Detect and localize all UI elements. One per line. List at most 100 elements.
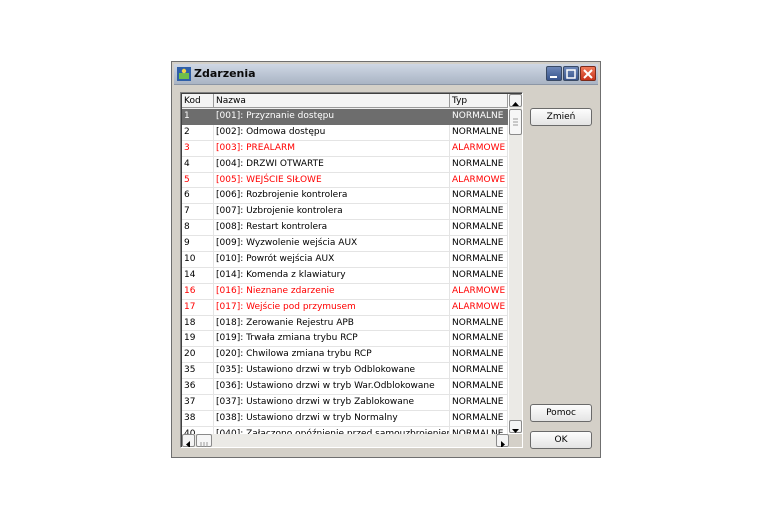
row-typ: ALARMOWE — [450, 172, 508, 189]
table-row[interactable]: 6 [006]: Rozbrojenie kontrolera NORMALNE — [182, 188, 508, 205]
row-typ: ALARMOWE — [450, 299, 508, 316]
close-icon — [583, 69, 593, 79]
row-typ: NORMALNE — [450, 252, 508, 268]
row-typ: NORMALNE — [450, 331, 508, 348]
row-kod: 17 — [182, 299, 214, 316]
row-typ: ALARMOWE — [450, 140, 508, 157]
row-kod: 4 — [182, 156, 214, 173]
grip-icon — [513, 118, 518, 126]
table-row[interactable]: 9 [009]: Wyzwolenie wejścia AUX NORMALNE — [182, 236, 508, 253]
table-row[interactable]: 20 [020]: Chwilowa zmiana trybu RCP NORMAL… — [182, 347, 508, 364]
row-typ: NORMALNE — [450, 410, 508, 427]
app-icon — [177, 67, 191, 81]
row-kod: 1 — [184, 111, 190, 121]
window-title: Zdarzenia — [194, 67, 256, 80]
row-nazwa: [006]: Rozbrojenie kontrolera — [214, 188, 450, 205]
table-row[interactable]: 1 [001]: Przyznanie dostępu NORMALNE — [182, 109, 508, 125]
table-row[interactable]: 36 [036]: Ustawiono drzwi w tryb War.Odbl… — [182, 379, 508, 396]
close-button[interactable] — [580, 66, 596, 81]
table-row[interactable]: 38 [038]: Ustawiono drzwi w tryb Normalny… — [182, 410, 508, 427]
row-nazwa: [003]: PREALARM — [214, 140, 450, 157]
maximize-button[interactable] — [563, 66, 579, 81]
ok-button[interactable]: OK — [530, 431, 592, 449]
row-typ: NORMALNE — [450, 236, 508, 253]
row-kod: 2 — [182, 124, 214, 141]
column-header-kod[interactable]: Kod — [182, 94, 214, 108]
row-nazwa: [008]: Restart kontrolera — [214, 220, 450, 237]
horizontal-scroll-thumb[interactable] — [196, 434, 212, 447]
vertical-scroll-thumb[interactable] — [509, 109, 522, 135]
table-row[interactable]: 19 [019]: Trwała zmiana trybu RCP NORMALNE — [182, 331, 508, 348]
scroll-left-button[interactable] — [182, 434, 195, 447]
vertical-scrollbar[interactable] — [509, 94, 522, 433]
zdarzenia-window: Zdarzenia Kod Nazwa Typ 1 [001]: Przyznan… — [171, 61, 601, 458]
horizontal-scrollbar[interactable] — [182, 434, 509, 447]
row-nazwa: [005]: WEJŚCIE SIŁOWE — [214, 172, 450, 189]
grip-icon — [200, 442, 208, 447]
row-kod: 37 — [182, 395, 214, 411]
scroll-right-button[interactable] — [496, 434, 509, 447]
row-nazwa: [035]: Ustawiono drzwi w tryb Odblokowan… — [214, 363, 450, 380]
column-header-typ[interactable]: Typ — [450, 94, 508, 108]
maximize-icon — [566, 69, 576, 79]
events-list[interactable]: Kod Nazwa Typ 1 [001]: Przyznanie dostępu… — [180, 92, 523, 448]
list-header: Kod Nazwa Typ — [182, 94, 508, 109]
row-typ: NORMALNE — [450, 267, 508, 284]
table-row[interactable]: 7 [007]: Uzbrojenie kontrolera NORMALNE — [182, 204, 508, 221]
table-row[interactable]: 4 [004]: DRZWI OTWARTE NORMALNE — [182, 156, 508, 173]
row-typ: NORMALNE — [450, 347, 508, 364]
table-row[interactable]: 14 [014]: Komenda z klawiatury NORMALNE — [182, 267, 508, 284]
row-nazwa: [019]: Trwała zmiana trybu RCP — [214, 331, 450, 348]
pomoc-button[interactable]: Pomoc — [530, 404, 592, 422]
scroll-up-button[interactable] — [509, 94, 522, 107]
table-row[interactable]: 3 [003]: PREALARM ALARMOWE — [182, 140, 508, 157]
row-typ: NORMALNE — [450, 124, 508, 141]
table-row[interactable]: 5 [005]: WEJŚCIE SIŁOWE ALARMOWE — [182, 172, 508, 189]
table-row[interactable]: 16 [016]: Nieznane zdarzenie ALARMOWE — [182, 283, 508, 300]
row-nazwa: [004]: DRZWI OTWARTE — [214, 156, 450, 173]
table-row[interactable]: 8 [008]: Restart kontrolera NORMALNE — [182, 220, 508, 237]
row-nazwa: [020]: Chwilowa zmiana trybu RCP — [214, 347, 450, 364]
list-rows: 1 [001]: Przyznanie dostępu NORMALNE 2 [002]… — [182, 109, 508, 443]
row-typ: NORMALNE — [450, 204, 508, 221]
minimize-button[interactable] — [546, 66, 562, 81]
row-nazwa: [010]: Powrót wejścia AUX — [214, 252, 450, 268]
row-nazwa: [018]: Zerowanie Rejestru APB — [214, 315, 450, 332]
table-row[interactable]: 37 [037]: Ustawiono drzwi w tryb Zablokow… — [182, 395, 508, 411]
table-row[interactable]: 17 [017]: Wejście pod przymusem ALARMOWE — [182, 299, 508, 316]
row-typ: NORMALNE — [450, 315, 508, 332]
row-kod: 7 — [182, 204, 214, 221]
row-kod: 3 — [182, 140, 214, 157]
row-kod: 16 — [182, 283, 214, 300]
row-nazwa: [001]: Przyznanie dostępu — [216, 111, 335, 121]
row-nazwa: [014]: Komenda z klawiatury — [214, 267, 450, 284]
arrow-left-icon — [186, 441, 190, 447]
row-nazwa: [002]: Odmowa dostępu — [214, 124, 450, 141]
arrow-right-icon — [501, 441, 505, 447]
row-kod: 10 — [182, 252, 214, 268]
zmien-button[interactable]: Zmień — [530, 108, 592, 126]
row-typ: NORMALNE — [450, 379, 508, 396]
row-nazwa: [016]: Nieznane zdarzenie — [214, 283, 450, 300]
row-kod: 9 — [182, 236, 214, 253]
table-row[interactable]: 10 [010]: Powrót wejścia AUX NORMALNE — [182, 252, 508, 268]
row-kod: 20 — [182, 347, 214, 364]
row-kod: 35 — [182, 363, 214, 380]
row-kod: 18 — [182, 315, 214, 332]
column-header-nazwa[interactable]: Nazwa — [214, 94, 450, 108]
row-typ: NORMALNE — [452, 111, 504, 121]
scrollbar-corner — [509, 434, 522, 447]
row-typ: NORMALNE — [450, 188, 508, 205]
row-kod: 14 — [182, 267, 214, 284]
table-row[interactable]: 35 [035]: Ustawiono drzwi w tryb Odblokow… — [182, 363, 508, 380]
row-typ: NORMALNE — [450, 363, 508, 380]
table-row[interactable]: 18 [018]: Zerowanie Rejestru APB NORMALNE — [182, 315, 508, 332]
row-nazwa: [036]: Ustawiono drzwi w tryb War.Odblok… — [214, 379, 450, 396]
row-nazwa: [038]: Ustawiono drzwi w tryb Normalny — [214, 410, 450, 427]
row-nazwa: [037]: Ustawiono drzwi w tryb Zablokowan… — [214, 395, 450, 411]
table-row[interactable]: 2 [002]: Odmowa dostępu NORMALNE — [182, 124, 508, 141]
scroll-down-button[interactable] — [509, 420, 522, 433]
row-typ: NORMALNE — [450, 156, 508, 173]
title-bar[interactable]: Zdarzenia — [174, 64, 598, 85]
row-kod: 19 — [182, 331, 214, 348]
